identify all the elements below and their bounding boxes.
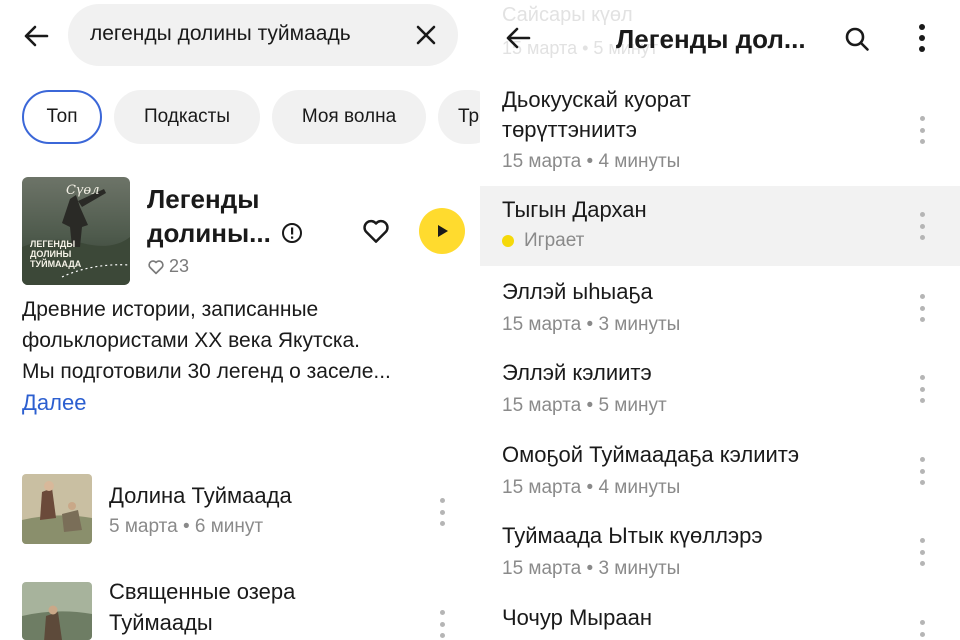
- episode-row[interactable]: Омоҕой Туймаадаҕа кэлиитэ 15 марта • 4 м…: [480, 433, 960, 513]
- info-circle-icon[interactable]: [281, 222, 303, 244]
- search-field[interactable]: легенды долины туймаадь: [68, 4, 458, 66]
- episode-title: Чочур Мыраан: [502, 605, 652, 630]
- episode-more-button[interactable]: [910, 371, 934, 407]
- playing-indicator-icon: [502, 235, 514, 247]
- episode-more-button[interactable]: [910, 290, 934, 326]
- episode-title: Эллэй ыһыаҕа: [502, 279, 653, 304]
- close-icon: [416, 25, 436, 45]
- podcast-episodes-pane: Сайсары күөл 15 марта • 5 минут Легенды …: [480, 0, 960, 640]
- description-line: фольклористами XX века Якутска.: [22, 329, 360, 352]
- episode-title: Туймаада Ытык күөллэрэ: [502, 523, 763, 548]
- more-link[interactable]: Далее: [22, 390, 86, 416]
- chip-tracks[interactable]: Тр: [438, 90, 480, 144]
- cover-caption: ЛЕГЕНДЫ ДОЛИНЫ ТУЙМААДА: [30, 239, 82, 269]
- clear-search-button[interactable]: [412, 21, 440, 49]
- likes-count: 23: [169, 256, 190, 276]
- episode-more-button[interactable]: [910, 453, 934, 489]
- episode-meta: 15 марта • 3 минуты: [502, 558, 681, 579]
- podcast-title-line2: долины...: [147, 218, 271, 248]
- episode-thumbnail: [22, 582, 92, 640]
- episode-meta: 5 марта • 6 минут: [109, 516, 264, 537]
- episode-title-line2: төрүттэниитэ: [502, 117, 637, 142]
- arrow-left-icon: [506, 27, 531, 49]
- episode-meta: 15 марта • 4 минуты: [502, 477, 681, 498]
- back-button[interactable]: [502, 22, 534, 54]
- episode-item[interactable]: Священные озера Туймаады: [22, 579, 462, 640]
- chip-my-wave[interactable]: Моя волна: [272, 90, 426, 144]
- page-title: Легенды дол...: [616, 24, 806, 54]
- episode-title: Долина Туймаада: [109, 483, 292, 508]
- episode-row[interactable]: Эллэй ыһыаҕа 15 марта • 3 минуты: [480, 270, 960, 350]
- episode-more-button[interactable]: [910, 112, 934, 148]
- playing-label: Играет: [524, 230, 585, 251]
- filter-chips: Топ Подкасты Моя волна Тр: [22, 90, 480, 144]
- chip-top[interactable]: Топ: [22, 90, 102, 144]
- arrow-left-icon: [24, 25, 49, 47]
- podcast-likes: 23: [147, 256, 189, 277]
- search-icon: [845, 27, 869, 51]
- podcast-title-line1: Легенды: [147, 184, 260, 214]
- more-vertical-icon[interactable]: [912, 22, 932, 54]
- play-button[interactable]: [419, 208, 465, 254]
- episode-title: Эллэй кэлиитэ: [502, 360, 652, 385]
- search-results-pane: легенды долины туймаадь Топ Подкасты Моя…: [0, 0, 480, 640]
- episode-thumbnail: [22, 474, 92, 544]
- episode-meta: 15 марта • 4 минуты: [502, 151, 681, 172]
- episode-title-line2: Туймаады: [109, 610, 213, 635]
- episode-meta: 15 марта • 5 минут: [502, 395, 667, 416]
- podcast-cover[interactable]: Сүөл ЛЕГЕНДЫ ДОЛИНЫ ТУЙМААДА: [22, 177, 130, 285]
- description-line: Мы подготовили 30 легенд о заселе...: [22, 360, 391, 383]
- play-icon: [438, 225, 448, 237]
- episode-more-button[interactable]: [430, 606, 454, 640]
- episode-title: Дьокуускай куорат: [502, 87, 691, 112]
- back-button[interactable]: [20, 20, 52, 52]
- episode-title: Омоҕой Туймаадаҕа кэлиитэ: [502, 442, 800, 467]
- episode-row[interactable]: Дьокуускай куорат төрүттэниитэ 15 марта …: [480, 80, 960, 184]
- heart-outline-icon: [363, 219, 389, 243]
- episode-title: Тыгын Дархан: [502, 197, 647, 222]
- episode-title: Священные озера: [109, 579, 296, 604]
- episode-row[interactable]: Эллэй кэлиитэ 15 марта • 5 минут: [480, 351, 960, 431]
- cover-logo: Сүөл: [66, 183, 100, 198]
- episode-more-button[interactable]: [910, 208, 934, 244]
- episode-more-button[interactable]: [910, 534, 934, 570]
- like-button[interactable]: [359, 214, 393, 248]
- search-input[interactable]: легенды долины туймаадь: [90, 22, 395, 46]
- chip-podcasts[interactable]: Подкасты: [114, 90, 260, 144]
- podcast-title[interactable]: Легенды долины...: [147, 182, 322, 250]
- podcast-description: Древние истории, записанные фольклориста…: [22, 294, 462, 387]
- description-line: Древние истории, записанные: [22, 298, 319, 321]
- playing-status: Играет: [502, 230, 584, 252]
- episode-row-playing[interactable]: Тыгын Дархан Играет: [480, 186, 960, 266]
- episode-row[interactable]: Туймаада Ытык күөллэрэ 15 марта • 3 мину…: [480, 514, 960, 594]
- search-button[interactable]: [842, 24, 872, 54]
- heart-small-icon: [148, 259, 164, 274]
- episode-more-button[interactable]: [430, 494, 454, 530]
- episode-meta: 15 марта • 3 минуты: [502, 314, 681, 335]
- episode-more-button[interactable]: [910, 616, 934, 640]
- episode-row[interactable]: Чочур Мыраан: [480, 596, 960, 640]
- episode-item[interactable]: Долина Туймаада 5 марта • 6 минут: [22, 474, 462, 546]
